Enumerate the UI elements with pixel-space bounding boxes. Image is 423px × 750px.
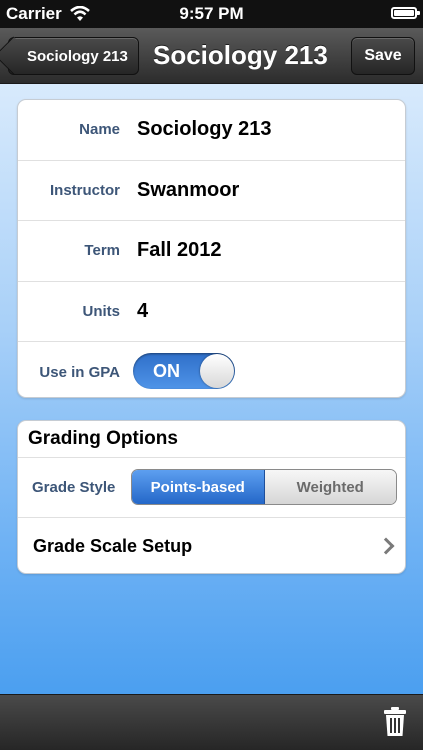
chevron-right-icon bbox=[377, 537, 395, 555]
grade-scale-setup-label: Grade Scale Setup bbox=[33, 536, 193, 556]
gpa-row: Use in GPA ON bbox=[18, 342, 405, 397]
navigation-bar: Sociology 213 Sociology 213 Save bbox=[0, 28, 423, 84]
gpa-toggle[interactable]: ON bbox=[133, 353, 235, 390]
grading-options-card: Grading Options Grade Style Points-based… bbox=[17, 420, 406, 574]
term-label: Term bbox=[84, 242, 120, 260]
grade-scale-setup-row[interactable]: Grade Scale Setup bbox=[18, 518, 405, 573]
term-field[interactable]: Fall 2012 bbox=[137, 221, 222, 281]
instructor-field[interactable]: Swanmoor bbox=[137, 161, 239, 221]
units-field[interactable]: 4 bbox=[137, 282, 148, 342]
name-label: Name bbox=[79, 121, 120, 139]
back-button[interactable]: Sociology 213 bbox=[8, 37, 139, 75]
units-row[interactable]: Units 4 bbox=[18, 282, 405, 343]
grade-style-segmented-control: Points-based Weighted bbox=[131, 469, 397, 505]
units-label: Units bbox=[82, 303, 121, 321]
save-button[interactable]: Save bbox=[351, 37, 415, 75]
battery-icon bbox=[391, 7, 420, 19]
section-header-grading: Grading Options bbox=[18, 421, 405, 458]
segment-points-based[interactable]: Points-based bbox=[132, 470, 265, 504]
instructor-row[interactable]: Instructor Swanmoor bbox=[18, 161, 405, 222]
term-row[interactable]: Term Fall 2012 bbox=[18, 221, 405, 282]
gpa-label: Use in GPA bbox=[39, 364, 120, 382]
bottom-toolbar bbox=[0, 694, 423, 750]
page-title: Sociology 213 bbox=[153, 40, 328, 70]
name-row[interactable]: Name Sociology 213 bbox=[18, 100, 405, 161]
instructor-label: Instructor bbox=[49, 181, 120, 199]
back-button-label: Sociology 213 bbox=[27, 47, 128, 65]
grade-style-row: Grade Style Points-based Weighted bbox=[18, 458, 405, 518]
name-field[interactable]: Sociology 213 bbox=[137, 100, 272, 160]
status-bar: Carrier 9:57 PM bbox=[0, 0, 423, 28]
segment-weighted[interactable]: Weighted bbox=[264, 470, 396, 504]
status-time: 9:57 PM bbox=[179, 4, 244, 23]
toggle-knob bbox=[200, 354, 234, 389]
course-info-card: Name Sociology 213 Instructor Swanmoor T… bbox=[17, 99, 406, 398]
gpa-toggle-text: ON bbox=[153, 360, 180, 381]
trash-icon[interactable] bbox=[383, 707, 407, 737]
content-area: Name Sociology 213 Instructor Swanmoor T… bbox=[0, 84, 423, 694]
grade-style-label: Grade Style bbox=[32, 479, 116, 496]
